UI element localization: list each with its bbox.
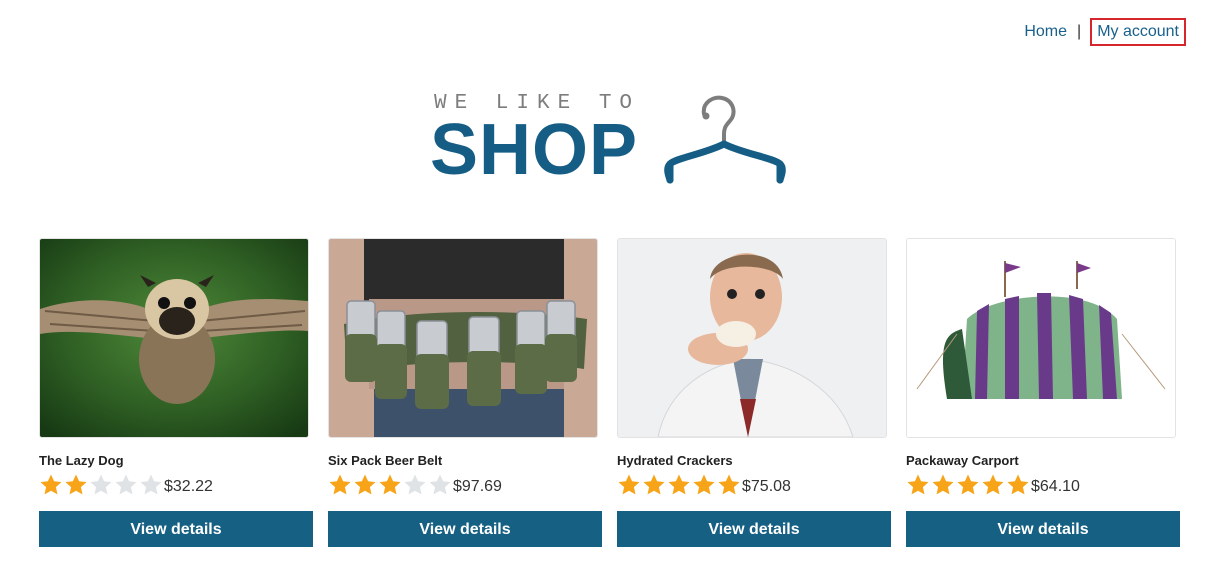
hanger-icon xyxy=(664,95,786,184)
product-name[interactable]: Packaway Carport xyxy=(906,453,1180,469)
top-navigation: Home | My account xyxy=(1024,18,1186,46)
flying-pug-photo xyxy=(40,239,308,437)
product-price: $97.69 xyxy=(453,478,502,495)
product-name[interactable]: The Lazy Dog xyxy=(39,453,313,469)
product-card: Hydrated Crackers $75.08 View details xyxy=(617,238,891,547)
view-details-button[interactable]: View details xyxy=(906,511,1180,547)
star-filled-icon xyxy=(354,474,376,495)
product-card: Packaway Carport $64.10 View details xyxy=(906,238,1180,547)
product-image[interactable] xyxy=(906,238,1176,438)
star-filled-icon xyxy=(668,474,690,495)
star-filled-icon xyxy=(907,474,929,495)
product-card: The Lazy Dog $32.22 View details xyxy=(39,238,313,547)
star-empty-icon xyxy=(404,474,426,495)
star-filled-icon xyxy=(718,474,740,495)
logo-word: SHOP xyxy=(430,110,639,190)
star-rating xyxy=(617,473,742,497)
star-empty-icon xyxy=(140,474,162,495)
site-logo[interactable]: WE LIKE TO SHOP xyxy=(430,88,790,188)
star-filled-icon xyxy=(618,474,640,495)
product-rating: $64.10 xyxy=(906,473,1180,497)
product-card: Six Pack Beer Belt $97.69 View details xyxy=(328,238,602,547)
star-filled-icon xyxy=(379,474,401,495)
product-price: $32.22 xyxy=(164,478,213,495)
star-filled-icon xyxy=(932,474,954,495)
product-name[interactable]: Hydrated Crackers xyxy=(617,453,891,469)
product-image[interactable] xyxy=(39,238,309,438)
product-name[interactable]: Six Pack Beer Belt xyxy=(328,453,602,469)
star-filled-icon xyxy=(329,474,351,495)
product-image[interactable] xyxy=(328,238,598,438)
view-details-button[interactable]: View details xyxy=(39,511,313,547)
star-filled-icon xyxy=(40,474,62,495)
view-details-button[interactable]: View details xyxy=(617,511,891,547)
view-details-button[interactable]: View details xyxy=(328,511,602,547)
product-image[interactable] xyxy=(617,238,887,438)
star-filled-icon xyxy=(957,474,979,495)
man-eating-cracker-photo xyxy=(618,239,886,437)
beer-belt-photo xyxy=(329,239,597,437)
my-account-link[interactable]: My account xyxy=(1090,18,1186,46)
product-price: $64.10 xyxy=(1031,478,1080,495)
star-empty-icon xyxy=(115,474,137,495)
star-filled-icon xyxy=(1007,474,1029,495)
star-filled-icon xyxy=(982,474,1004,495)
star-filled-icon xyxy=(693,474,715,495)
star-rating xyxy=(328,473,453,497)
product-grid: The Lazy Dog $32.22 View details Six Pac… xyxy=(39,238,1184,558)
star-rating xyxy=(39,473,164,497)
nav-separator: | xyxy=(1077,23,1082,40)
product-rating: $75.08 xyxy=(617,473,891,497)
product-rating: $97.69 xyxy=(328,473,602,497)
product-price: $75.08 xyxy=(742,478,791,495)
star-rating xyxy=(906,473,1031,497)
product-rating: $32.22 xyxy=(39,473,313,497)
star-empty-icon xyxy=(429,474,451,495)
star-filled-icon xyxy=(65,474,87,495)
home-link[interactable]: Home xyxy=(1024,23,1067,41)
striped-tent-photo xyxy=(907,239,1175,437)
star-filled-icon xyxy=(643,474,665,495)
star-empty-icon xyxy=(90,474,112,495)
